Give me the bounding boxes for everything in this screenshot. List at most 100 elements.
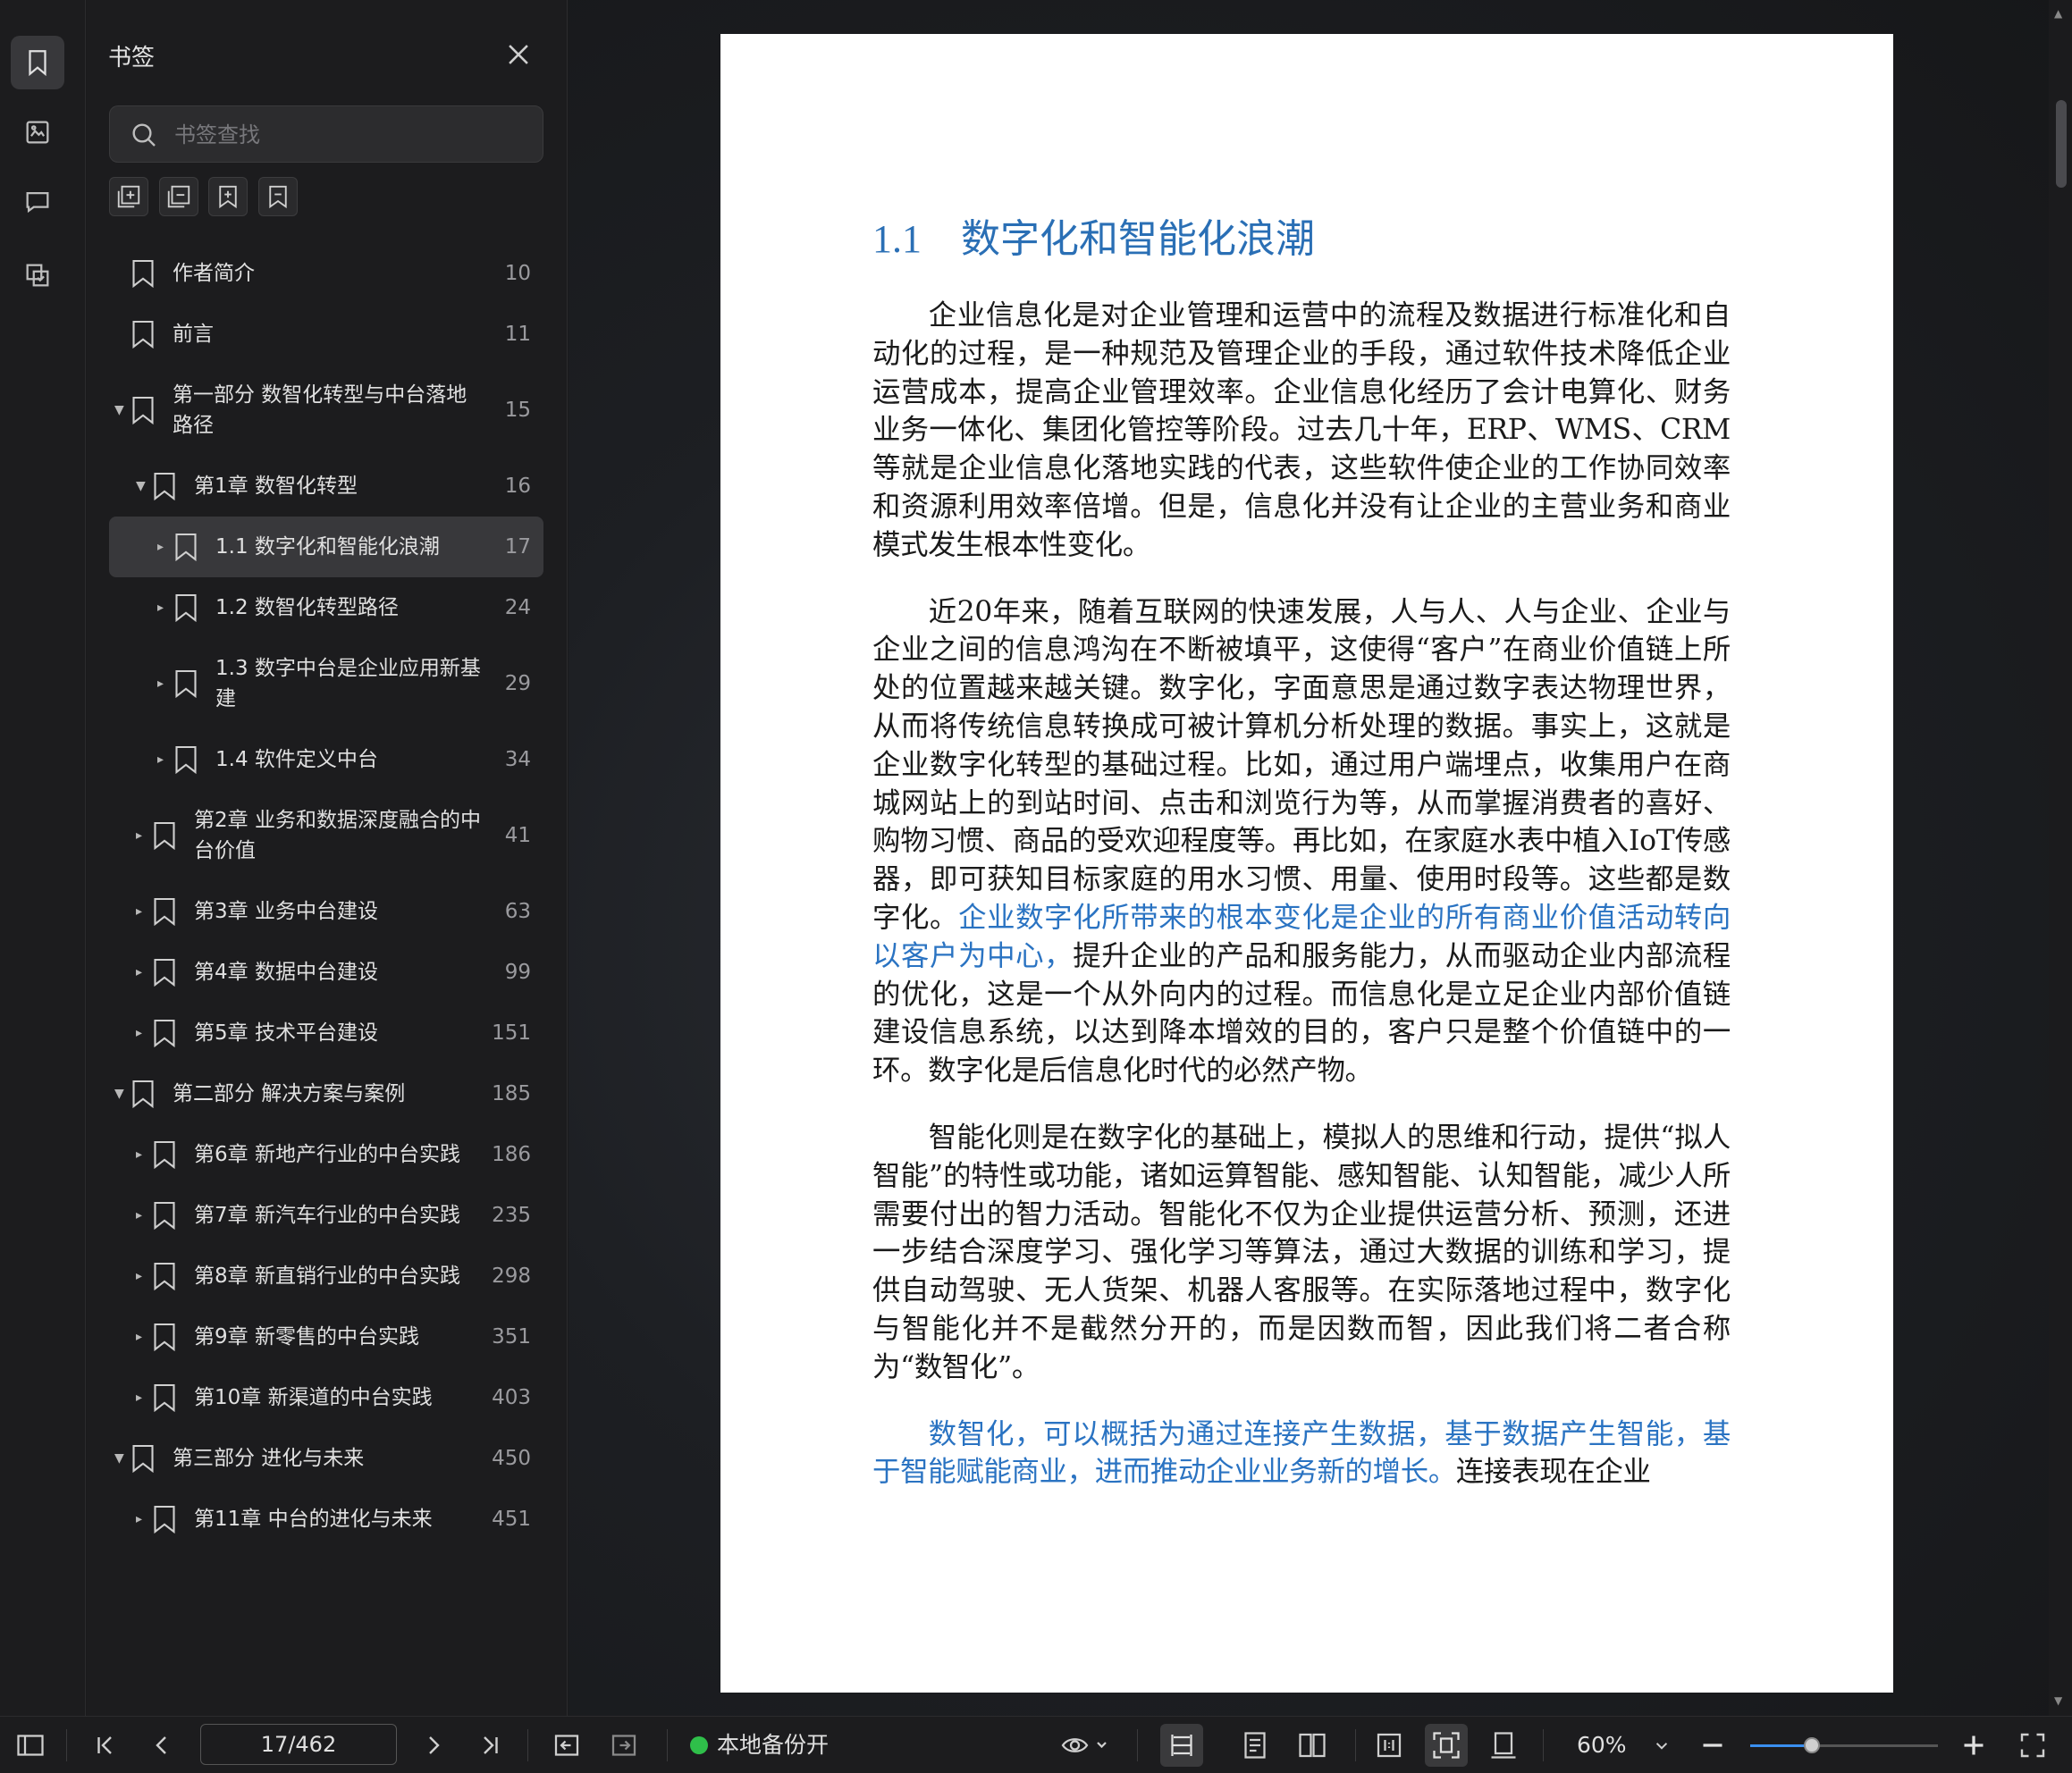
toggle-sidebar-button[interactable] [14,1729,46,1761]
remove-bookmark-button[interactable] [258,177,298,216]
bookmark-page-number: 151 [492,1021,531,1045]
bookmark-item[interactable]: ▸ 第5章 技术平台建设 151 [109,1003,543,1063]
paragraph: 智能化则是在数字化的基础上，模拟人的思维和行动，提供“拟人智能”的特性或功能，诸… [872,1119,1731,1387]
eye-care-menu[interactable] [1060,1729,1114,1761]
zoom-in-button[interactable] [1958,1729,1990,1761]
bookmark-item[interactable]: ▸ 第11章 中台的进化与未来 451 [109,1489,543,1550]
bookmark-icon [175,745,197,775]
fullscreen-button[interactable] [2017,1729,2049,1761]
caret-right-icon[interactable]: ▸ [136,1512,148,1526]
last-page-icon [484,1736,498,1754]
caret-down-icon[interactable]: ▼ [114,403,127,417]
bookmark-label: 作者简介 [173,262,255,285]
back-button[interactable] [551,1729,583,1761]
bookmark-item[interactable]: ▼ 第1章 数智化转型 16 [109,456,543,517]
zoom-slider[interactable] [1750,1737,1938,1753]
single-page-button[interactable] [1239,1729,1271,1761]
caret-right-icon[interactable]: ▸ [136,1147,148,1162]
bookmark-item[interactable]: ▸ 1.4 软件定义中台 34 [109,729,543,790]
scrollbar-thumb[interactable] [2056,100,2067,188]
zoom-level[interactable]: 60% [1577,1727,1627,1763]
forward-button[interactable] [608,1729,640,1761]
caret-right-icon[interactable]: ▸ [136,1208,148,1223]
bookmark-item[interactable]: ▸ 第9章 新零售的中台实践 351 [109,1307,543,1367]
previous-page-button[interactable] [147,1729,179,1761]
divider [1543,1729,1544,1761]
search-icon [132,123,156,147]
caret-down-icon[interactable]: ▼ [136,479,148,493]
local-backup-status[interactable]: 本地备份开 [690,1727,829,1763]
page-content: 1.1 数字化和智能化浪潮 企业信息化是对企业管理和运营中的流程及数据进行标准化和… [872,213,1731,1520]
scroll-up-icon[interactable]: ▲ [2054,7,2067,20]
bookmark-search[interactable] [109,105,543,163]
chevron-down-icon [1655,1743,1668,1750]
bookmark-list: 作者简介 10 前言 11 ▼ 第一部分 数智化转型与中台落地路径 15 ▼ 第1章 数智化转型… [109,243,543,1550]
bookmark-panel-button[interactable] [11,36,64,89]
text-run: 近20年来，随着互联网的快速发展，人与人、人与企业、企业与企业之间的信息鸿沟在不… [872,595,1731,934]
caret-right-icon[interactable]: ▸ [136,1391,148,1405]
first-page-button[interactable] [89,1729,122,1761]
bookmark-item[interactable]: ▼ 第二部分 解决方案与案例 185 [109,1063,543,1124]
bookmark-icon [29,50,46,77]
caret-right-icon[interactable]: ▸ [136,828,148,843]
comment-panel-button[interactable] [11,175,64,229]
caret-right-icon[interactable]: ▸ [136,965,148,979]
bookmark-item[interactable]: ▸ 第2章 业务和数据深度融合的中台价值 41 [109,790,543,881]
caret-right-icon[interactable]: ▸ [157,540,170,554]
fit-page-button[interactable] [1425,1724,1468,1767]
bookmark-item[interactable]: ▸ 第4章 数据中台建设 99 [109,942,543,1003]
bookmark-item[interactable]: ▸ 第7章 新汽车行业的中台实践 235 [109,1185,543,1246]
bookmark-item[interactable]: 作者简介 10 [109,243,543,304]
fit-width-button[interactable] [1160,1724,1203,1767]
document-viewport[interactable]: 1.1 数字化和智能化浪潮 企业信息化是对企业管理和运营中的流程及数据进行标准化和… [569,0,2072,1725]
bookmark-item[interactable]: ▸ 第10章 新渠道的中台实践 403 [109,1367,543,1428]
caret-right-icon[interactable]: ▸ [136,1269,148,1283]
last-page-button[interactable] [474,1729,506,1761]
minus-icon [1703,1744,1722,1747]
caret-right-icon[interactable]: ▸ [136,1026,148,1040]
add-bookmark-button[interactable] [208,177,248,216]
zoom-slider-handle[interactable] [1804,1737,1821,1753]
bookmark-item[interactable]: ▸ 1.3 数字中台是企业应用新基建 29 [109,638,543,729]
caret-right-icon[interactable]: ▸ [157,752,170,767]
bookmark-label: 第三部分 进化与未来 [173,1447,365,1470]
caret-right-icon[interactable]: ▸ [157,676,170,691]
bookmark-page-number: 16 [504,475,531,498]
fullscreen-icon [2020,1733,2045,1758]
bookmark-item[interactable]: ▸ 第3章 业务中台建设 63 [109,881,543,942]
bookmark-item[interactable]: 前言 11 [109,304,543,365]
caret-down-icon[interactable]: ▼ [114,1451,127,1466]
expand-all-button[interactable] [109,177,148,216]
search-input[interactable] [174,117,532,153]
zoom-dropdown[interactable] [1650,1729,1673,1761]
chevron-left-icon [156,1736,166,1754]
collapse-all-button[interactable] [159,177,198,216]
bookmark-item[interactable]: ▼ 第三部分 进化与未来 450 [109,1428,543,1489]
zoom-out-button[interactable] [1697,1729,1729,1761]
vertical-scrollbar[interactable]: ▲ ▼ [2049,0,2072,1716]
scroll-down-icon[interactable]: ▼ [2054,1694,2067,1707]
bookmark-item[interactable]: ▸ 1.1 数字化和智能化浪潮 17 [109,517,543,577]
thumbnail-panel-button[interactable] [11,105,64,159]
bookmark-item[interactable]: ▸ 第6章 新地产行业的中台实践 186 [109,1124,543,1185]
page-number-input[interactable]: 17/462 [200,1724,397,1765]
caret-right-icon[interactable]: ▸ [136,1330,148,1344]
bookmark-item[interactable]: ▸ 1.2 数智化转型路径 24 [109,577,543,638]
print-layout-button[interactable] [1487,1729,1520,1761]
bookmark-item[interactable]: ▼ 第一部分 数智化转型与中台落地路径 15 [109,365,543,456]
bookmark-item[interactable]: ▸ 第8章 新直销行业的中台实践 298 [109,1246,543,1307]
bookmark-icon [132,259,154,289]
double-page-button[interactable] [1296,1729,1328,1761]
bookmark-label: 第5章 技术平台建设 [194,1021,378,1045]
attachment-panel-button[interactable] [11,248,64,302]
bookmark-page-number: 10 [504,262,531,285]
actual-size-button[interactable] [1373,1729,1405,1761]
close-icon[interactable] [503,39,534,70]
next-page-button[interactable] [417,1729,449,1761]
caret-down-icon[interactable]: ▼ [114,1087,127,1101]
caret-right-icon[interactable]: ▸ [136,904,148,919]
bookmark-page-number: 41 [504,824,531,847]
caret-right-icon[interactable]: ▸ [157,601,170,615]
eye-icon [1061,1738,1107,1752]
bookmark-icon [154,821,175,851]
